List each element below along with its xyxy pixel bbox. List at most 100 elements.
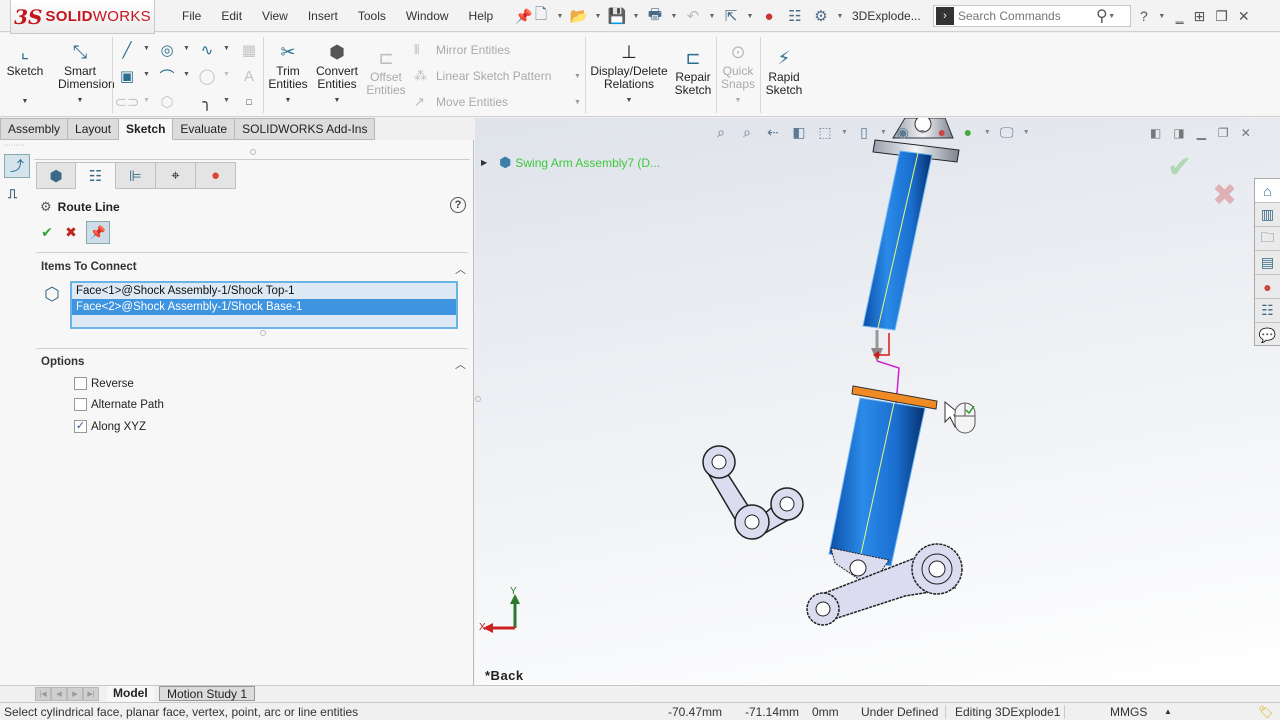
confirmation-corner-cancel-icon[interactable]: ✖	[1212, 178, 1237, 213]
assembly-name[interactable]: Swing Arm Assembly7 (D...	[515, 156, 660, 170]
hide-show-items-icon[interactable]: ◉	[893, 122, 913, 142]
keep-visible-button[interactable]: 📌	[86, 221, 110, 244]
undo-dropdown[interactable]: ▼	[708, 13, 716, 20]
smart-dimension-button[interactable]: ⤡ Smart Dimension ▼	[58, 39, 115, 107]
first-tab-icon[interactable]: |◀	[35, 687, 51, 701]
apply-scene-dropdown[interactable]: ▼	[984, 129, 991, 136]
restore-icon[interactable]: ❐	[1215, 8, 1228, 25]
strip-grip[interactable]: ·········	[4, 142, 25, 149]
display-style-icon[interactable]: ▯	[854, 122, 874, 142]
tab-solidworks-add-ins[interactable]: SOLIDWORKS Add-Ins	[235, 118, 376, 140]
last-tab-icon[interactable]: ▶|	[83, 687, 99, 701]
linkage-part-1[interactable]	[702, 445, 804, 540]
rectangle-dropdown[interactable]: ▼	[143, 71, 150, 78]
collapse-options-icon[interactable]: ︿	[455, 356, 466, 372]
circle-dropdown[interactable]: ▼	[183, 45, 190, 52]
confirmation-corner-ok-icon[interactable]: ✔	[1167, 150, 1192, 185]
file-properties-icon[interactable]: ☷	[784, 5, 806, 27]
convert-entities-button[interactable]: ⬢ Convert Entities ▼	[314, 39, 360, 107]
reverse-option[interactable]: Reverse	[74, 377, 134, 390]
propertymanager-tab[interactable]: ☷	[76, 162, 116, 189]
prev-tab-icon[interactable]: ◀	[51, 687, 67, 701]
home-icon[interactable]: ⌂	[1255, 179, 1280, 203]
select-dropdown[interactable]: ▼	[746, 13, 754, 20]
zoom-to-fit-icon[interactable]: ⌕	[711, 122, 731, 142]
reverse-checkbox[interactable]	[74, 377, 87, 390]
search-commands-input[interactable]	[958, 9, 1088, 23]
convert-dropdown[interactable]: ▼	[314, 94, 360, 107]
graphics-area[interactable]: ▶ ⬢ Swing Arm Assembly7 (D... ⌕ ⌕ ⇠ ◧ ⬚ ▼…	[475, 118, 1280, 685]
search-commands-box[interactable]: › ⚲ ▼	[933, 5, 1131, 27]
along-xyz-checkbox[interactable]: ✓	[74, 420, 87, 433]
list-resize-grip[interactable]	[260, 330, 266, 336]
rebuild-icon[interactable]: ●	[758, 5, 780, 27]
view-settings-icon[interactable]: 🖵	[997, 122, 1017, 142]
new-dropdown[interactable]: ▼	[556, 13, 564, 20]
new-document-icon[interactable]: 🗋	[530, 5, 552, 27]
items-to-connect-list[interactable]: Face<1>@Shock Assembly-1/Shock Top-1 Fac…	[70, 281, 458, 329]
tab-evaluate[interactable]: Evaluate	[173, 118, 236, 140]
undo-icon[interactable]: ↶	[682, 5, 704, 27]
splitter-grip[interactable]	[250, 149, 256, 155]
display-delete-relations-button[interactable]: ⊥ Display/Delete Relations ▼	[589, 39, 669, 107]
collapse-right-icon[interactable]: ◨	[1173, 126, 1184, 140]
move-entities-button[interactable]: ↗ Move Entities ▼	[414, 94, 581, 110]
text-icon[interactable]: A	[238, 65, 260, 87]
apply-scene-icon[interactable]: ●	[958, 122, 978, 142]
help-button[interactable]: ?	[450, 197, 466, 213]
menu-file[interactable]: File	[172, 9, 211, 23]
print-icon[interactable]: 🖶	[644, 5, 666, 27]
help-dropdown[interactable]: ▼	[1158, 13, 1166, 20]
print-dropdown[interactable]: ▼	[670, 13, 678, 20]
tile-icon[interactable]: ⊞	[1194, 8, 1206, 25]
save-dropdown[interactable]: ▼	[632, 13, 640, 20]
along-xyz-option[interactable]: ✓ Along XYZ	[74, 420, 146, 433]
tab-model[interactable]: Model	[107, 686, 154, 702]
point-icon[interactable]: □	[238, 91, 260, 113]
repair-sketch-button[interactable]: ⊏ Repair Sketch	[673, 45, 713, 97]
mirror-entities-button[interactable]: ⫴ Mirror Entities	[414, 42, 510, 58]
spline-icon[interactable]: ∿	[196, 39, 218, 61]
unit-system-menu-icon[interactable]: ▲	[1164, 707, 1172, 716]
minimize-icon[interactable]: ‗	[1176, 8, 1184, 24]
hide-show-dropdown[interactable]: ▼	[919, 129, 926, 136]
dimxpert-tab[interactable]: ⌖	[156, 162, 196, 189]
rectangle-icon[interactable]: ▣	[116, 65, 138, 87]
step-line-icon[interactable]: ⎍	[8, 186, 17, 202]
close-icon[interactable]: ✕	[1238, 8, 1250, 25]
open-dropdown[interactable]: ▼	[594, 13, 602, 20]
sketch-dropdown[interactable]: ▼	[6, 95, 44, 108]
smart-dimension-dropdown[interactable]: ▼	[58, 94, 102, 107]
list-item[interactable]: Face<1>@Shock Assembly-1/Shock Top-1	[72, 283, 456, 299]
route-line-mode-button[interactable]: ⤴	[4, 154, 30, 178]
menu-help[interactable]: Help	[459, 9, 504, 23]
solidworks-logo[interactable]: 3S SOLIDWORKS	[10, 0, 155, 34]
search-dropdown[interactable]: ▼	[1108, 13, 1116, 20]
configurationmanager-tab[interactable]: ⊫	[116, 162, 156, 189]
sketch-button[interactable]: ⌞ Sketch ▼	[6, 39, 44, 108]
display-manager-tab[interactable]: ●	[196, 162, 236, 189]
viewport-close-icon[interactable]: ✕	[1241, 126, 1251, 140]
cancel-button[interactable]: ✖	[62, 224, 80, 241]
display-style-dropdown[interactable]: ▼	[880, 129, 887, 136]
tab-layout[interactable]: Layout	[68, 118, 120, 140]
offset-entities-button[interactable]: ⊏ Offset Entities	[364, 45, 408, 97]
quick-snaps-dropdown[interactable]: ▼	[719, 94, 757, 107]
trim-entities-button[interactable]: ✂ Trim Entities ▼	[266, 39, 310, 107]
slot-icon[interactable]: ⊂⊃	[114, 91, 139, 113]
collapse-items-icon[interactable]: ︿	[455, 261, 466, 277]
polygon-icon[interactable]: ⬡	[156, 91, 178, 113]
menu-tools[interactable]: Tools	[348, 9, 396, 23]
save-icon[interactable]: 💾	[606, 5, 628, 27]
move-dropdown[interactable]: ▼	[574, 99, 581, 106]
collapse-left-icon[interactable]: ◧	[1150, 126, 1161, 140]
view-orientation-dropdown[interactable]: ▼	[841, 129, 848, 136]
plane-icon[interactable]: ▦	[238, 39, 260, 61]
ellipse-dropdown[interactable]: ▼	[223, 71, 230, 78]
fillet-icon[interactable]: ╮	[196, 91, 218, 113]
file-explorer-icon[interactable]: 🗀	[1255, 227, 1280, 251]
search-icon[interactable]: ⚲	[1096, 6, 1108, 26]
design-library-icon[interactable]: ▥	[1255, 203, 1280, 227]
section-view-icon[interactable]: ◧	[789, 122, 809, 142]
panel-resize-grip[interactable]	[475, 396, 481, 402]
